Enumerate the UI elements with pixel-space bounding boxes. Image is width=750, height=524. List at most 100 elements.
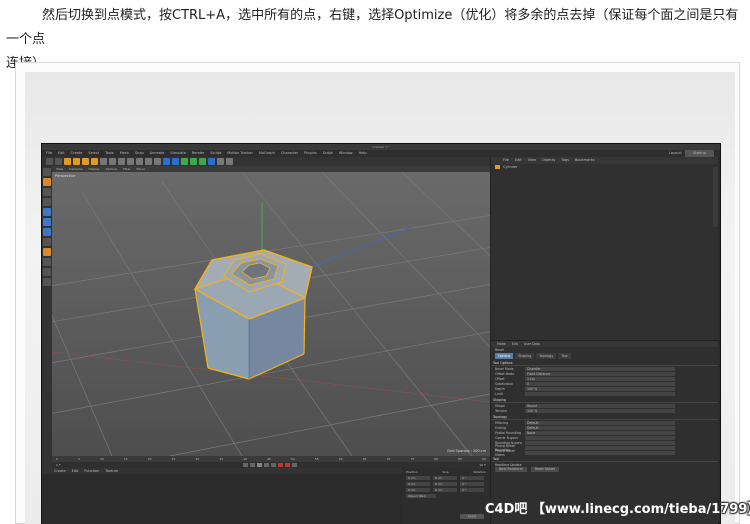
record-icon[interactable] (278, 463, 284, 467)
menu-file[interactable]: File (46, 150, 52, 157)
current-frame[interactable]: 0 F (56, 463, 61, 467)
object-row[interactable]: Cylinder (491, 164, 718, 170)
render-view-icon[interactable] (136, 158, 143, 165)
move-icon[interactable] (73, 158, 80, 165)
planar-workplane-icon[interactable] (43, 278, 51, 286)
pen-icon[interactable] (172, 158, 179, 165)
coordinate-field[interactable]: 0 ° (460, 476, 484, 480)
attribute-menu-user-data[interactable]: User Data (524, 341, 540, 347)
object-menu-bookmarks[interactable]: Bookmarks (575, 157, 595, 164)
scale-icon[interactable] (82, 158, 89, 165)
property-value[interactable]: Round (525, 403, 675, 408)
property-value[interactable]: Chamfer (525, 366, 675, 371)
light-icon[interactable] (226, 158, 233, 165)
polygons-mode-icon[interactable] (43, 228, 51, 236)
menu-render[interactable]: Render (192, 150, 204, 157)
material-menu-function[interactable]: Function (84, 469, 99, 473)
camera-icon[interactable] (217, 158, 224, 165)
scene-icon[interactable] (208, 158, 215, 165)
menu-edit[interactable]: Edit (58, 150, 65, 157)
deformer-icon[interactable] (199, 158, 206, 165)
go-to-start-icon[interactable] (243, 463, 249, 467)
cube-icon[interactable] (163, 158, 170, 165)
layout-dropdown[interactable]: Startup (685, 150, 714, 157)
menu-tools[interactable]: Tools (105, 150, 114, 157)
tab-topology[interactable]: Topology (536, 353, 557, 359)
menu-snap[interactable]: Snap (135, 150, 144, 157)
axis-mode-icon[interactable] (43, 238, 51, 246)
rotate-icon[interactable] (91, 158, 98, 165)
redo-icon[interactable] (55, 158, 62, 165)
menu-plugins[interactable]: Plugins (304, 150, 317, 157)
coordinate-mode-dropdown[interactable]: Object (Rel) (406, 494, 436, 498)
reset-values-button[interactable]: Reset Values (530, 467, 560, 472)
new-transform-button[interactable]: New Transform (495, 467, 527, 472)
material-menu-texture[interactable]: Texture (105, 469, 118, 473)
x-axis-icon[interactable] (100, 158, 107, 165)
menu-select[interactable]: Select (88, 150, 99, 157)
next-key-icon[interactable] (264, 463, 270, 467)
object-menu-tags[interactable]: Tags (561, 157, 569, 164)
coordinate-field[interactable]: 0 ° (460, 488, 484, 492)
property-value[interactable]: Fixed Distance (525, 371, 675, 376)
perspective-viewport[interactable]: View Cameras Display Options Filter Panel (52, 166, 490, 456)
texture-mode-icon[interactable] (43, 188, 51, 196)
property-value[interactable]: 100 % (525, 386, 675, 391)
property-value[interactable] (525, 391, 675, 396)
tab-options[interactable]: Options (495, 353, 514, 359)
object-menu-edit[interactable]: Edit (515, 157, 522, 164)
coordinate-system-icon[interactable] (127, 158, 134, 165)
snap-icon[interactable] (43, 258, 51, 266)
menu-simulate[interactable]: Simulate (170, 150, 185, 157)
workplane-icon[interactable] (43, 198, 51, 206)
attribute-menu-edit[interactable]: Edit (512, 341, 518, 347)
tab-tool[interactable]: Tool (558, 353, 571, 359)
coordinate-field[interactable]: 0 cm (406, 476, 430, 480)
property-value[interactable]: Default (525, 425, 675, 430)
menu-mograph[interactable]: MoGraph (259, 150, 275, 157)
property-value[interactable] (525, 440, 675, 445)
coordinate-field[interactable]: 0 cm (406, 482, 430, 486)
menu-motion-tracker[interactable]: Motion Tracker (227, 150, 253, 157)
z-axis-icon[interactable] (118, 158, 125, 165)
property-value[interactable] (525, 445, 675, 450)
points-mode-icon[interactable] (43, 208, 51, 216)
layout-selector[interactable]: Layout: Startup (669, 150, 714, 157)
model-mode-icon[interactable] (43, 178, 51, 186)
tab-shaping[interactable]: Shaping (515, 353, 535, 359)
object-menu-file[interactable]: File (503, 157, 509, 164)
menu-window[interactable]: Window (339, 150, 353, 157)
play-icon[interactable] (257, 463, 263, 467)
property-value[interactable]: Default (525, 420, 675, 425)
tweak-mode-icon[interactable] (43, 248, 51, 256)
property-value[interactable]: 1 cm (525, 376, 675, 381)
property-value[interactable]: 0 (525, 381, 675, 386)
edges-mode-icon[interactable] (43, 218, 51, 226)
property-value[interactable]: None (525, 430, 675, 435)
go-to-end-icon[interactable] (271, 463, 277, 467)
make-editable-icon[interactable] (43, 168, 51, 176)
manager-side-tabs[interactable] (713, 167, 718, 227)
coordinate-field[interactable]: 0 cm (433, 482, 457, 486)
autokey-icon[interactable] (285, 463, 291, 467)
render-settings-icon[interactable] (154, 158, 161, 165)
property-value[interactable]: 100 % (525, 408, 675, 413)
object-menu-objects[interactable]: Objects (542, 157, 555, 164)
live-selection-icon[interactable] (64, 158, 71, 165)
menu-help[interactable]: Help (359, 150, 367, 157)
coordinate-field[interactable]: 0 ° (460, 482, 484, 486)
material-menu-create[interactable]: Create (54, 469, 66, 473)
menu-sculpt[interactable]: Sculpt (210, 150, 221, 157)
end-frame[interactable]: 90 F (480, 463, 487, 467)
undo-icon[interactable] (46, 158, 53, 165)
previous-key-icon[interactable] (250, 463, 256, 467)
menu-create[interactable]: Create (71, 150, 83, 157)
object-menu-view[interactable]: View (528, 157, 536, 164)
material-menu-edit[interactable]: Edit (72, 469, 79, 473)
apply-button[interactable]: Apply (460, 514, 484, 519)
coordinate-field[interactable]: 0 cm (406, 488, 430, 492)
menu-mesh[interactable]: Mesh (120, 150, 129, 157)
coordinate-field[interactable]: 0 cm (433, 488, 457, 492)
lock-workplane-icon[interactable] (43, 268, 51, 276)
subdivision-icon[interactable] (181, 158, 188, 165)
